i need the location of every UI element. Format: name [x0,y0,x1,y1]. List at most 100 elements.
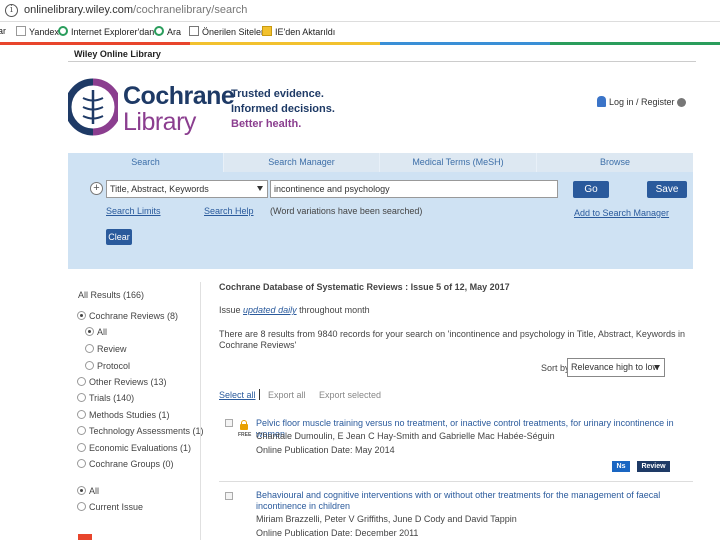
filter-trials[interactable]: Trials (140) [77,393,134,403]
review-badge[interactable]: Review [637,461,670,472]
radio-button[interactable] [85,327,94,336]
url-path: /cochranelibrary/search [133,4,248,16]
wiley-online-library-label[interactable]: Wiley Online Library [74,49,161,59]
issue-filter-current[interactable]: Current Issue [77,502,143,512]
chevron-down-icon [654,365,660,370]
bookmark-label: Önerilen Siteler [202,27,265,37]
search-icon [154,26,164,36]
add-row-icon[interactable]: + [90,182,103,195]
result-checkbox[interactable] [225,419,233,427]
radio-button[interactable] [77,502,86,511]
login-register-link[interactable]: Log in / Register [597,96,675,107]
info-icon[interactable]: i [5,4,18,17]
filter-economic-evaluations[interactable]: Economic Evaluations (1) [77,443,191,453]
search-limits-link[interactable]: Search Limits [106,206,161,216]
bookmark-item-ie-imported[interactable]: IE'den Aktarıldı [262,26,335,37]
result-checkbox[interactable] [225,492,233,500]
filter-label: Economic Evaluations (1) [89,443,192,453]
bookmark-item[interactable]: ar [0,26,6,36]
filter-label: Trials (140) [89,393,135,403]
select-all-link[interactable]: Select all [219,390,256,400]
issue-filter-all[interactable]: All [77,486,99,496]
add-to-search-manager-link[interactable]: Add to Search Manager [574,208,669,218]
search-field-select[interactable]: Title, Abstract, Keywords [106,180,268,198]
cochrane-logo-icon[interactable] [68,78,118,136]
result-authors: Chantale Dumoulin, E Jean C Hay-Smith an… [256,431,555,441]
sort-label: Sort by [541,363,570,373]
save-button[interactable]: Save [647,181,687,198]
sort-value: Relevance high to low [571,362,660,372]
radio-button[interactable] [77,486,86,495]
separator [259,389,260,400]
brand-cochrane: Cochrane [123,82,235,110]
radio-button[interactable] [77,459,86,468]
tagline-line: Trusted evidence. [231,88,324,100]
search-icon [58,26,68,36]
filter-all[interactable]: All [85,327,107,337]
filter-protocol[interactable]: Protocol [85,361,130,371]
bookmark-item-ie[interactable]: Internet Explorer'dan [58,26,154,37]
filter-technology-assessments[interactable]: Technology Assessments (1) [77,426,204,436]
tab-medical-terms[interactable]: Medical Terms (MeSH) [380,153,537,172]
filter-label: Other Reviews (13) [89,377,167,387]
ns-badge[interactable]: Ns [612,461,630,472]
filter-label: Current Issue [89,502,144,512]
pdf-icon[interactable] [78,534,92,540]
brand-library: Library [123,108,196,136]
yandex-icon [16,26,26,36]
radio-button[interactable] [85,361,94,370]
color-strip [0,42,720,45]
url-text[interactable]: onlinelibrary.wiley.com/cochranelibrary/… [24,4,247,16]
export-all-link[interactable]: Export all [268,390,306,400]
result-title-link[interactable]: Behavioural and cognitive interventions … [256,490,692,512]
tab-search-manager[interactable]: Search Manager [224,153,380,172]
bookmark-label: Ara [167,27,182,37]
tagline-line: Better health. [231,118,302,130]
bookmark-item-yandex[interactable]: Yandex [16,26,59,37]
radio-button[interactable] [77,426,86,435]
tab-browse[interactable]: Browse [537,153,693,172]
user-icon [597,96,606,107]
bookmark-label: ar [0,26,7,36]
filter-other-reviews[interactable]: Other Reviews (13) [77,377,167,387]
chevron-down-icon [257,186,263,191]
filter-label: All [89,486,100,496]
browser-address-bar[interactable]: i onlinelibrary.wiley.com/cochranelibrar… [0,0,720,22]
bookmark-label: Internet Explorer'dan [71,27,155,37]
filter-all-results[interactable]: All Results (166) [78,290,144,300]
radio-button[interactable] [77,443,86,452]
issue-suffix: throughout month [299,305,370,315]
bookmark-item-ara[interactable]: Ara [154,26,181,37]
strip-segment [550,42,720,45]
tagline-line: Informed decisions. [231,103,335,115]
export-selected-link[interactable]: Export selected [319,390,381,400]
open-access-lock-icon [240,420,248,430]
filter-cochrane-groups[interactable]: Cochrane Groups (0) [77,459,174,469]
filter-label: Methods Studies (1) [89,410,170,420]
search-input[interactable]: incontinence and psychology [270,180,558,198]
sort-select[interactable]: Relevance high to low [567,358,665,377]
updated-daily-link[interactable]: updated daily [243,305,297,315]
radio-button[interactable] [77,377,86,386]
gear-icon[interactable] [677,98,686,107]
filter-review[interactable]: Review [85,344,127,354]
issue-update-note: Issue updated daily throughout month [219,305,370,315]
bookmark-item-suggested[interactable]: Önerilen Siteler [189,26,264,37]
filter-label: Cochrane Reviews (8) [89,311,179,321]
radio-button[interactable] [85,344,94,353]
filter-methods-studies[interactable]: Methods Studies (1) [77,410,170,420]
radio-button[interactable] [77,393,86,402]
tab-search[interactable]: Search [68,153,224,172]
issue-prefix: Issue [219,305,241,315]
result-divider [219,481,693,482]
folder-icon [262,26,272,36]
go-button[interactable]: Go [573,181,609,198]
clear-button[interactable]: Clear [106,229,132,245]
filter-label: Review [97,344,127,354]
filter-cochrane-reviews[interactable]: Cochrane Reviews (8) [77,311,178,321]
filter-label: Protocol [97,361,131,371]
radio-button[interactable] [77,311,86,320]
radio-button[interactable] [77,410,86,419]
bookmark-label: IE'den Aktarıldı [275,27,336,37]
search-help-link[interactable]: Search Help [204,206,254,216]
